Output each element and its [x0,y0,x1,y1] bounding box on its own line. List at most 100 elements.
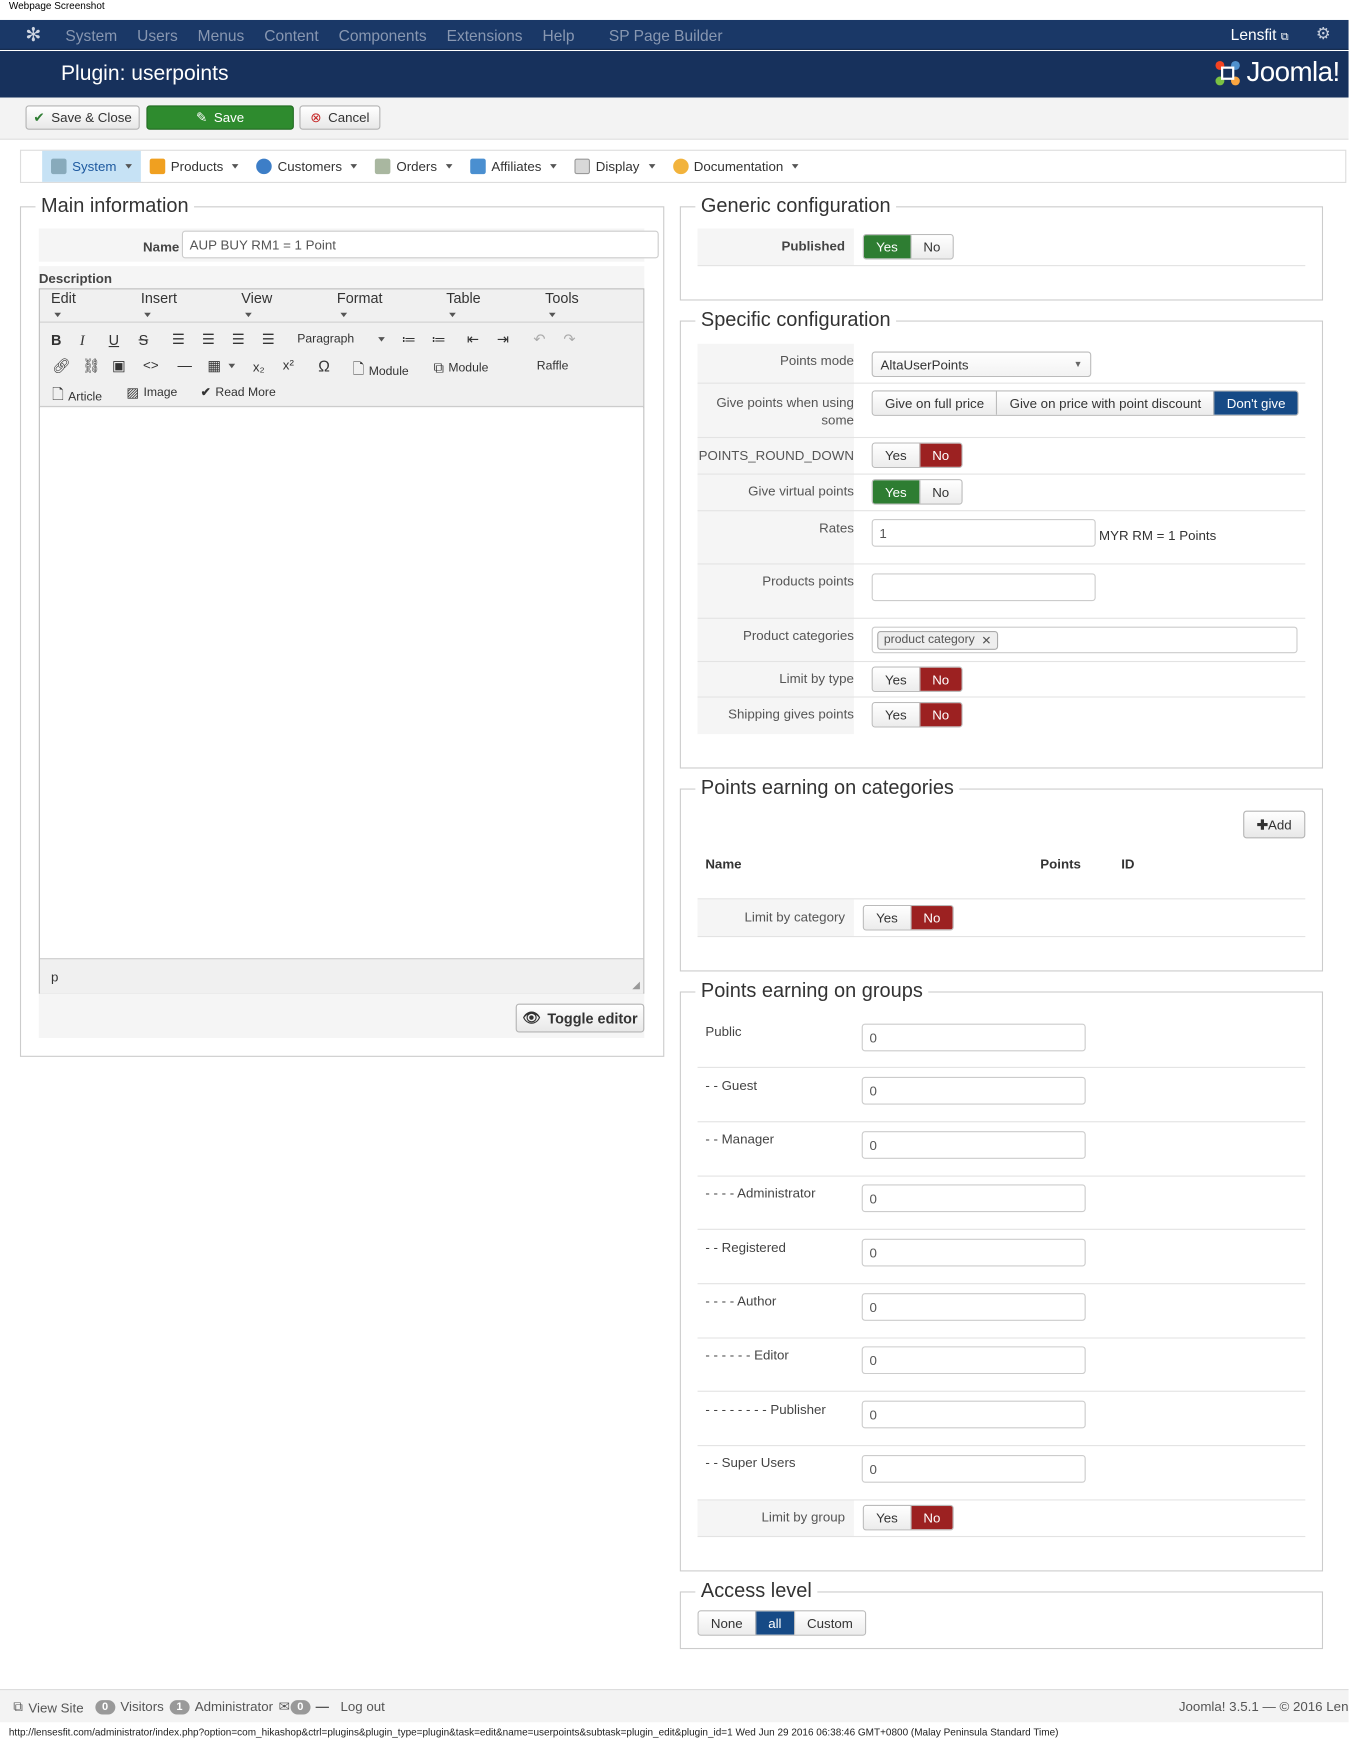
menu-sp-page-builder[interactable]: SP Page Builder [609,26,723,44]
name-input[interactable]: AUP BUY RM1 = 1 Point [181,230,659,259]
shipping-no[interactable]: No [918,703,962,727]
group-points-input[interactable]: 0 [861,1293,1086,1321]
raffle-button[interactable]: Raffle [537,359,569,372]
shipping-yes[interactable]: Yes [872,703,919,727]
submenu-customers[interactable]: Customers [248,151,367,182]
joomla-icon[interactable]: ✻ [22,24,44,46]
round-down-toggle[interactable]: Yes No [871,442,963,468]
group-points-input[interactable]: 0 [861,1023,1086,1052]
access-custom[interactable]: Custom [793,1611,866,1635]
numbered-list-icon[interactable]: ≔ [431,330,445,348]
outdent-icon[interactable]: ⇤ [467,330,479,348]
align-right-icon[interactable]: ☰ [232,330,245,348]
virtual-points-toggle[interactable]: Yes No [871,479,963,505]
submenu-documentation[interactable]: Documentation [664,151,808,182]
gear-icon[interactable]: ⚙ [1316,23,1331,43]
italic-icon[interactable]: I [80,332,85,350]
link-icon[interactable]: 🔗︎ [52,357,70,375]
editor-menu-view[interactable]: View [241,289,317,322]
logout-link[interactable]: Log out [340,1699,384,1715]
subscript-icon[interactable]: x₂ [253,359,265,375]
redo-icon[interactable]: ↷ [563,330,575,348]
published-no[interactable]: No [910,235,953,259]
horizontal-rule-icon[interactable]: — [177,357,191,374]
editor-menu-table[interactable]: Table [446,289,525,322]
limit-by-type-toggle[interactable]: Yes No [871,666,963,693]
points-mode-select[interactable]: AltaUserPoints ▼ [871,351,1092,378]
group-points-input[interactable]: 0 [861,1184,1086,1213]
limit-category-yes[interactable]: Yes [863,906,911,930]
format-select[interactable]: Paragraph [297,333,386,346]
limit-category-no[interactable]: No [910,906,953,930]
submenu-products[interactable]: Products [141,151,248,182]
shipping-gives-points-toggle[interactable]: Yes No [871,701,963,728]
add-category-button[interactable]: ✚ Add [1243,810,1306,839]
bullet-list-icon[interactable]: ≔ [401,330,415,348]
rates-input[interactable]: 1 [871,519,1096,547]
module-button-2[interactable]: ⧉ Module [434,359,489,377]
article-button[interactable]: 🗋︎ Article [52,385,102,409]
menu-help[interactable]: Help [543,26,575,44]
view-site-link[interactable]: ⧉ View Site [13,1699,83,1716]
group-points-input[interactable]: 0 [861,1238,1086,1267]
limit-group-yes[interactable]: Yes [863,1506,911,1530]
strikethrough-icon[interactable]: S [139,332,149,349]
read-more-button[interactable]: ✔ Read More [201,385,276,399]
group-points-input[interactable]: 0 [861,1346,1086,1375]
image-button[interactable]: ▨ Image [126,385,177,401]
menu-content[interactable]: Content [264,26,318,44]
virtual-yes[interactable]: Yes [872,480,919,504]
table-icon[interactable]: ▦ [207,357,236,375]
save-button[interactable]: ✎ Save [146,105,294,130]
group-points-input[interactable]: 0 [861,1455,1086,1483]
group-points-input[interactable]: 0 [861,1400,1086,1429]
resize-handle-icon[interactable]: ◢ [632,979,640,991]
submenu-display[interactable]: Display [566,151,664,182]
special-character-icon[interactable]: Ω [318,357,330,375]
access-all[interactable]: all [754,1611,794,1635]
group-points-input[interactable]: 0 [861,1131,1086,1159]
product-categories-input[interactable]: product category ✕ [871,626,1298,654]
align-center-icon[interactable]: ☰ [202,330,215,348]
limit-type-no[interactable]: No [918,667,962,691]
round-down-yes[interactable]: Yes [872,443,919,467]
menu-components[interactable]: Components [339,26,427,44]
published-toggle[interactable]: Yes No [862,233,954,260]
give-points-toggle[interactable]: Give on full price Give on price with po… [871,390,1299,416]
underline-icon[interactable]: U [109,332,119,349]
site-link[interactable]: Lensfit ⧉ [1231,26,1289,44]
round-down-no[interactable]: No [918,443,962,467]
administrator-status[interactable]: 1 Administrator ✉ [169,1699,290,1715]
menu-menus[interactable]: Menus [198,26,245,44]
editor-menu-insert[interactable]: Insert [141,289,221,322]
bold-icon[interactable]: B [51,332,61,349]
menu-extensions[interactable]: Extensions [447,26,523,44]
toggle-editor-button[interactable]: 👁︎ Toggle editor [515,1003,645,1033]
give-full-price[interactable]: Give on full price [872,391,997,415]
messages-status[interactable]: 0— [290,1699,329,1715]
align-left-icon[interactable]: ☰ [172,330,185,348]
menu-users[interactable]: Users [137,26,178,44]
editor-menu-format[interactable]: Format [337,289,426,322]
virtual-no[interactable]: No [918,480,962,504]
access-level-toggle[interactable]: None all Custom [697,1610,867,1636]
remove-tag-icon[interactable]: ✕ [981,633,991,647]
editor-menu-edit[interactable]: Edit [51,289,121,322]
align-justify-icon[interactable]: ☰ [262,330,275,348]
submenu-affiliates[interactable]: Affiliates [461,151,565,182]
editor-content-area[interactable] [39,408,644,959]
undo-icon[interactable]: ↶ [533,330,545,348]
published-yes[interactable]: Yes [863,235,911,259]
editor-menu-tools[interactable]: Tools [545,289,623,322]
products-points-input[interactable] [871,573,1096,602]
limit-by-category-toggle[interactable]: Yes No [862,904,954,931]
group-points-input[interactable]: 0 [861,1076,1086,1105]
module-button-1[interactable]: 🗋︎ Module [353,359,409,383]
limit-group-no[interactable]: No [910,1506,953,1530]
submenu-orders[interactable]: Orders [366,151,461,182]
access-none[interactable]: None [698,1611,755,1635]
cancel-button[interactable]: ⊗ Cancel [299,105,381,130]
menu-system[interactable]: System [65,26,117,44]
give-price-discount[interactable]: Give on price with point discount [996,391,1214,415]
unlink-icon[interactable]: ⛓ [82,357,100,375]
